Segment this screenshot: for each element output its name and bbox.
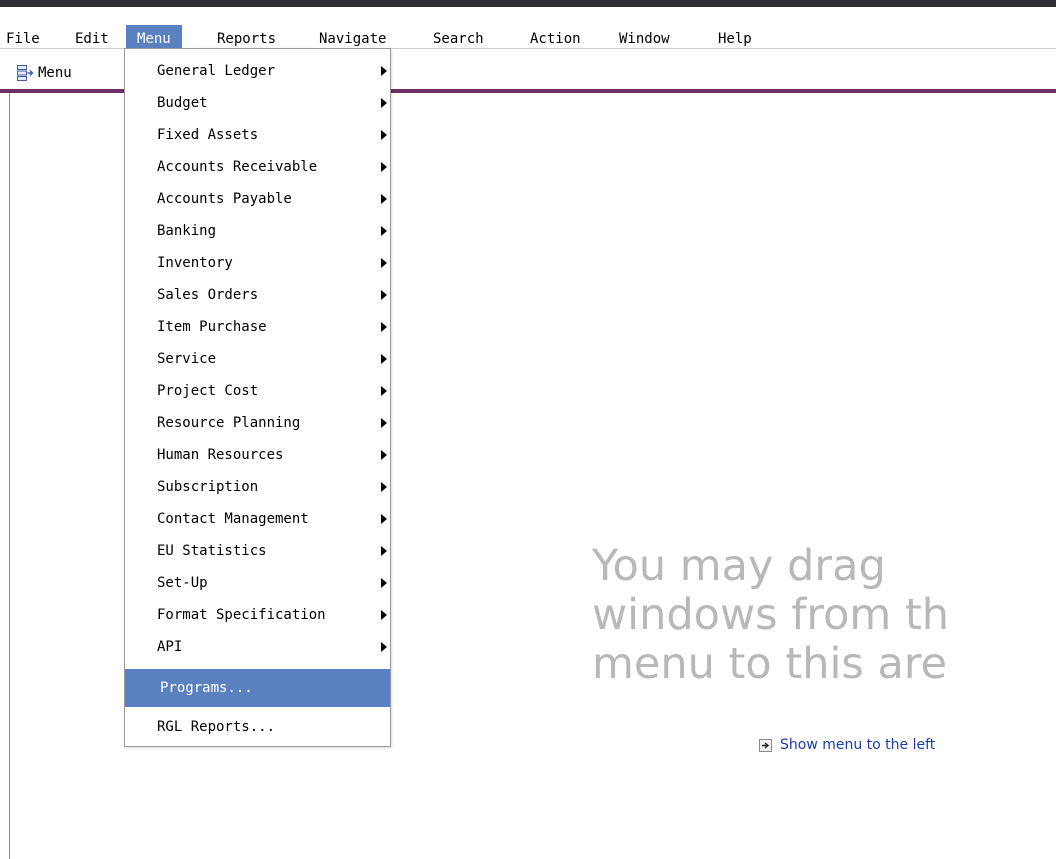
menu-item-label: Programs... (160, 680, 253, 696)
menu-item-label: Item Purchase (157, 319, 267, 335)
submenu-arrow-icon (381, 514, 387, 524)
menu-item-project-cost[interactable]: Project Cost (125, 375, 390, 407)
toolbar-menu-button[interactable]: Menu (16, 62, 72, 84)
menubar-file[interactable]: File (0, 25, 46, 53)
menu-item-accounts-receivable[interactable]: Accounts Receivable (125, 151, 390, 183)
menu-item-label: Fixed Assets (157, 127, 259, 143)
menu-item-service[interactable]: Service (125, 343, 390, 375)
submenu-arrow-icon (381, 386, 387, 396)
menu-item-label: General Ledger (157, 63, 276, 79)
workspace-hint-line-2: windows from th (592, 590, 950, 640)
menu-item-eu-statistics[interactable]: EU Statistics (125, 535, 390, 567)
menubar: File Edit Menu Reports Navigate Search A… (0, 7, 1056, 53)
menu-item-label: API (157, 639, 183, 655)
menu-item-contact-management[interactable]: Contact Management (125, 503, 390, 535)
menu-item-label: Banking (157, 223, 217, 239)
menu-item-budget[interactable]: Budget (125, 87, 390, 119)
submenu-arrow-icon (381, 482, 387, 492)
menu-item-format-specification[interactable]: Format Specification (125, 599, 390, 631)
submenu-arrow-icon (381, 578, 387, 588)
menu-item-fixed-assets[interactable]: Fixed Assets (125, 119, 390, 151)
submenu-arrow-icon (381, 194, 387, 204)
menu-item-accounts-payable[interactable]: Accounts Payable (125, 183, 390, 215)
menubar-help[interactable]: Help (712, 25, 758, 53)
submenu-arrow-icon (381, 418, 387, 428)
menu-item-label: Project Cost (157, 383, 259, 399)
menu-item-set-up[interactable]: Set-Up (125, 567, 390, 599)
menu-item-label: Subscription (157, 479, 259, 495)
menu-item-label: Budget (157, 95, 208, 111)
menu-item-item-purchase[interactable]: Item Purchase (125, 311, 390, 343)
submenu-arrow-icon (381, 66, 387, 76)
menu-item-subscription[interactable]: Subscription (125, 471, 390, 503)
menu-item-programs[interactable]: Programs... (125, 669, 390, 707)
left-panel-edge[interactable] (9, 93, 10, 859)
workspace-hint-line-3: menu to this are (592, 639, 948, 689)
menu-item-label: Set-Up (157, 575, 208, 591)
submenu-arrow-icon (381, 290, 387, 300)
show-menu-left-link[interactable]: Show menu to the left (759, 737, 935, 753)
menu-item-sales-orders[interactable]: Sales Orders (125, 279, 390, 311)
menu-item-banking[interactable]: Banking (125, 215, 390, 247)
submenu-arrow-icon (381, 130, 387, 140)
menubar-action[interactable]: Action (524, 25, 587, 53)
menubar-window[interactable]: Window (613, 25, 676, 53)
menu-item-label: Accounts Payable (157, 191, 292, 207)
submenu-arrow-icon (381, 98, 387, 108)
show-menu-left-label: Show menu to the left (780, 737, 936, 753)
menu-item-label: Format Specification (157, 607, 326, 623)
submenu-arrow-icon (381, 354, 387, 364)
menu-item-label: Resource Planning (157, 415, 301, 431)
workspace-hint: You may drag windows from th menu to thi… (592, 542, 949, 689)
menubar-search[interactable]: Search (427, 25, 490, 53)
menu-item-label: Service (157, 351, 217, 367)
workspace-hint-line-1: You may drag (592, 541, 886, 591)
submenu-arrow-icon (381, 322, 387, 332)
menu-tree-icon (17, 65, 34, 81)
toolbar-menu-label: Menu (38, 65, 72, 81)
menubar-edit[interactable]: Edit (69, 25, 115, 53)
submenu-arrow-icon (381, 642, 387, 652)
submenu-arrow-icon (381, 546, 387, 556)
menu-item-label: Human Resources (157, 447, 284, 463)
menu-item-general-ledger[interactable]: General Ledger (125, 55, 390, 87)
app-window: File Edit Menu Reports Navigate Search A… (0, 0, 1056, 859)
menu-item-human-resources[interactable]: Human Resources (125, 439, 390, 471)
arrow-right-icon (759, 738, 772, 752)
submenu-arrow-icon (381, 610, 387, 620)
menu-item-label: Contact Management (157, 511, 309, 527)
submenu-arrow-icon (381, 450, 387, 460)
menu-item-label: RGL Reports... (157, 719, 276, 735)
submenu-arrow-icon (381, 162, 387, 172)
menu-item-label: Sales Orders (157, 287, 259, 303)
menu-item-rgl-reports[interactable]: RGL Reports... (125, 711, 390, 743)
submenu-arrow-icon (381, 226, 387, 236)
window-top-strip (0, 0, 1056, 7)
menu-item-label: Accounts Receivable (157, 159, 318, 175)
menu-item-label: Inventory (157, 255, 233, 271)
menu-item-api[interactable]: API (125, 631, 390, 663)
menu-item-resource-planning[interactable]: Resource Planning (125, 407, 390, 439)
menu-item-inventory[interactable]: Inventory (125, 247, 390, 279)
submenu-arrow-icon (381, 258, 387, 268)
menu-item-label: EU Statistics (157, 543, 267, 559)
menu-dropdown: General Ledger Budget Fixed Assets Accou… (124, 48, 391, 747)
